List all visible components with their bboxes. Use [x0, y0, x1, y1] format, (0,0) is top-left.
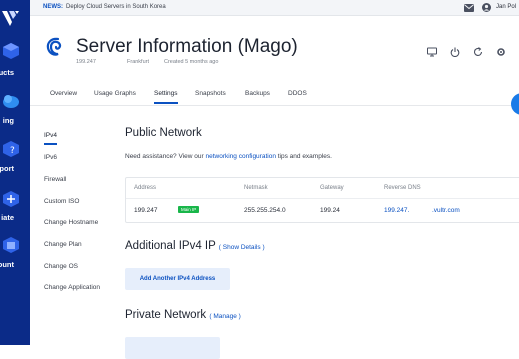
- server-location: Frankfurt: [127, 59, 150, 65]
- private-network-title: Private Network ( Manage ): [125, 309, 241, 321]
- sidebar-item-label: ucts: [0, 68, 14, 77]
- reverse-dns-link[interactable]: 199.247.: [384, 207, 409, 214]
- tab-settings[interactable]: Settings: [154, 90, 178, 104]
- ip-address: 199.247: [134, 207, 158, 214]
- column-header-reverse-dns: Reverse DNS: [384, 185, 421, 191]
- sidebar-item-label: iate: [1, 213, 14, 222]
- sidebar: ucts ing ? port iate ount: [0, 0, 30, 345]
- account-icon: [3, 237, 19, 253]
- networking-configuration-link[interactable]: networking configuration: [205, 153, 275, 160]
- sidebar-item-label: port: [0, 164, 14, 173]
- server-tabs: Overview Usage Graphs Settings Snapshots…: [30, 86, 519, 106]
- private-network-button[interactable]: [125, 337, 220, 359]
- billing-icon: [3, 95, 19, 108]
- subnav-change-os[interactable]: Change OS: [44, 263, 78, 270]
- public-network-table: Address Netmask Gateway Reverse DNS 199.…: [125, 177, 519, 223]
- column-header-gateway: Gateway: [320, 185, 344, 191]
- manage-link[interactable]: ( Manage ): [209, 313, 240, 320]
- subnav-custom-iso[interactable]: Custom ISO: [44, 198, 79, 205]
- sidebar-item-products[interactable]: ucts: [0, 38, 30, 80]
- products-icon: [3, 43, 19, 59]
- subnav-change-hostname[interactable]: Change Hostname: [44, 219, 98, 226]
- sidebar-item-billing[interactable]: ing: [0, 88, 30, 128]
- subnav-change-application[interactable]: Change Application: [44, 284, 100, 291]
- main-ip-badge: Main IP: [178, 206, 200, 213]
- additional-ipv4-title: Additional IPv4 IP ( Show Details ): [125, 240, 265, 252]
- page-title: Server Information (Mago): [76, 36, 298, 57]
- settings-icon[interactable]: [496, 47, 506, 57]
- subnav-firewall[interactable]: Firewall: [44, 176, 66, 183]
- power-icon[interactable]: [450, 47, 460, 57]
- top-bar: NEWS: Deploy Cloud Servers in South Kore…: [30, 0, 519, 16]
- add-ipv4-button[interactable]: Add Another IPv4 Address: [125, 268, 230, 290]
- show-details-link[interactable]: ( Show Details ): [219, 244, 265, 251]
- server-ip: 199.247: [76, 59, 96, 65]
- additional-ipv4-title-text: Additional IPv4 IP: [125, 240, 216, 252]
- reverse-dns-domain[interactable]: .vultr.com: [432, 207, 460, 214]
- console-icon[interactable]: [427, 47, 437, 57]
- help-suffix: tips and examples.: [275, 153, 332, 160]
- mail-icon[interactable]: [464, 4, 474, 12]
- sidebar-item-account[interactable]: ount: [0, 232, 30, 272]
- sidebar-item-affiliate[interactable]: iate: [0, 186, 30, 226]
- row-divider: [126, 198, 519, 199]
- subnav-change-plan[interactable]: Change Plan: [44, 241, 82, 248]
- tab-snapshots[interactable]: Snapshots: [195, 90, 226, 97]
- debian-logo-icon: [46, 37, 62, 56]
- vultr-logo-icon[interactable]: [0, 8, 20, 30]
- sidebar-item-label: ount: [0, 260, 14, 269]
- gateway-value: 199.24: [320, 207, 340, 214]
- user-avatar-icon[interactable]: [482, 3, 491, 12]
- user-name[interactable]: Jan Pol: [496, 4, 516, 10]
- restart-icon[interactable]: [473, 47, 483, 57]
- tab-backups[interactable]: Backups: [245, 90, 270, 97]
- subnav-ipv4[interactable]: IPv4: [44, 132, 57, 139]
- tab-overview[interactable]: Overview: [50, 90, 77, 97]
- tab-ddos[interactable]: DDOS: [288, 90, 307, 97]
- sidebar-item-support[interactable]: ? port: [0, 136, 30, 176]
- news-tag: NEWS:: [43, 4, 63, 10]
- column-header-netmask: Netmask: [244, 185, 268, 191]
- netmask-value: 255.255.254.0: [244, 207, 286, 214]
- svg-text:?: ?: [10, 146, 15, 156]
- news-link[interactable]: Deploy Cloud Servers in South Korea: [66, 4, 166, 10]
- private-network-title-text: Private Network: [125, 309, 207, 321]
- column-header-address: Address: [134, 185, 157, 191]
- subnav-active-indicator: [44, 143, 57, 145]
- help-text: Need assistance? View our networking con…: [125, 153, 332, 160]
- public-network-title: Public Network: [125, 127, 202, 139]
- server-created: Created 5 months ago: [164, 59, 219, 65]
- support-icon: ?: [3, 141, 19, 157]
- server-header: Server Information (Mago) 199.247 Frankf…: [30, 16, 519, 86]
- tab-usage-graphs[interactable]: Usage Graphs: [94, 90, 136, 97]
- subnav-ipv6[interactable]: IPv6: [44, 154, 57, 161]
- help-prefix: Need assistance? View our: [125, 153, 206, 160]
- affiliate-icon: [3, 191, 19, 207]
- sidebar-item-label: ing: [2, 116, 14, 125]
